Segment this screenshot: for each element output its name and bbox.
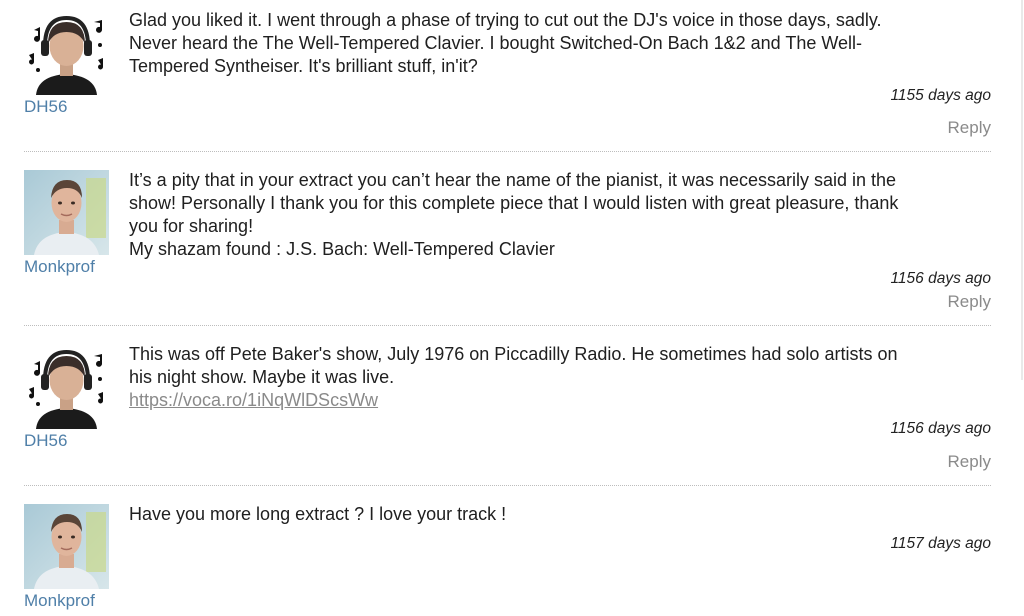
- comment-divider: [24, 485, 991, 486]
- user-avatar[interactable]: [24, 344, 109, 429]
- comment-body: Glad you liked it. I went through a phas…: [129, 9, 979, 78]
- comment-text-line: It’s a pity that in your extract you can…: [129, 170, 897, 190]
- headphones-cartoon-avatar-icon: [24, 344, 109, 429]
- comment-text-line: Never heard the The Well-Tempered Clavie…: [129, 33, 863, 53]
- comment-text-line: Glad you liked it. I went through a phas…: [129, 10, 882, 30]
- comment-link[interactable]: https://voca.ro/1iNqWlDScsWw: [129, 390, 378, 410]
- comment-text-line: you for sharing!: [129, 216, 254, 236]
- comment-text-line: Tempered Syntheiser. It's brilliant stuf…: [129, 56, 478, 76]
- headphones-cartoon-avatar-icon: [24, 10, 109, 95]
- username-link[interactable]: DH56: [24, 431, 67, 451]
- user-avatar[interactable]: [24, 10, 109, 95]
- comment-body: It’s a pity that in your extract you can…: [129, 169, 979, 261]
- comment-timestamp: 1156 days ago: [890, 420, 991, 437]
- user-avatar[interactable]: [24, 504, 109, 589]
- comment-timestamp: 1157 days ago: [890, 535, 991, 552]
- comment-text-line: This was off Pete Baker's show, July 197…: [129, 344, 898, 364]
- reply-button[interactable]: Reply: [948, 118, 991, 138]
- comment-body: This was off Pete Baker's show, July 197…: [129, 343, 979, 412]
- username-link[interactable]: Monkprof: [24, 257, 95, 277]
- username-link[interactable]: Monkprof: [24, 591, 95, 611]
- photo-avatar-icon: [24, 170, 109, 255]
- comment-text-line: his night show. Maybe it was live.: [129, 367, 395, 387]
- comment-text-line: Have you more long extract ? I love your…: [129, 504, 507, 524]
- comment-divider: [24, 151, 991, 152]
- comment-timestamp: 1155 days ago: [890, 87, 991, 104]
- reply-button[interactable]: Reply: [948, 452, 991, 472]
- scrollbar[interactable]: [1021, 0, 1023, 380]
- comment-timestamp: 1156 days ago: [890, 270, 991, 287]
- comment-body: Have you more long extract ? I love your…: [129, 503, 979, 526]
- reply-button[interactable]: Reply: [948, 292, 991, 312]
- comment-text-line: My shazam found : J.S. Bach: Well-Temper…: [129, 239, 555, 259]
- comment-divider: [24, 325, 991, 326]
- comment-text-line: show! Personally I thank you for this co…: [129, 193, 899, 213]
- username-link[interactable]: DH56: [24, 97, 67, 117]
- user-avatar[interactable]: [24, 170, 109, 255]
- photo-avatar-icon: [24, 504, 109, 589]
